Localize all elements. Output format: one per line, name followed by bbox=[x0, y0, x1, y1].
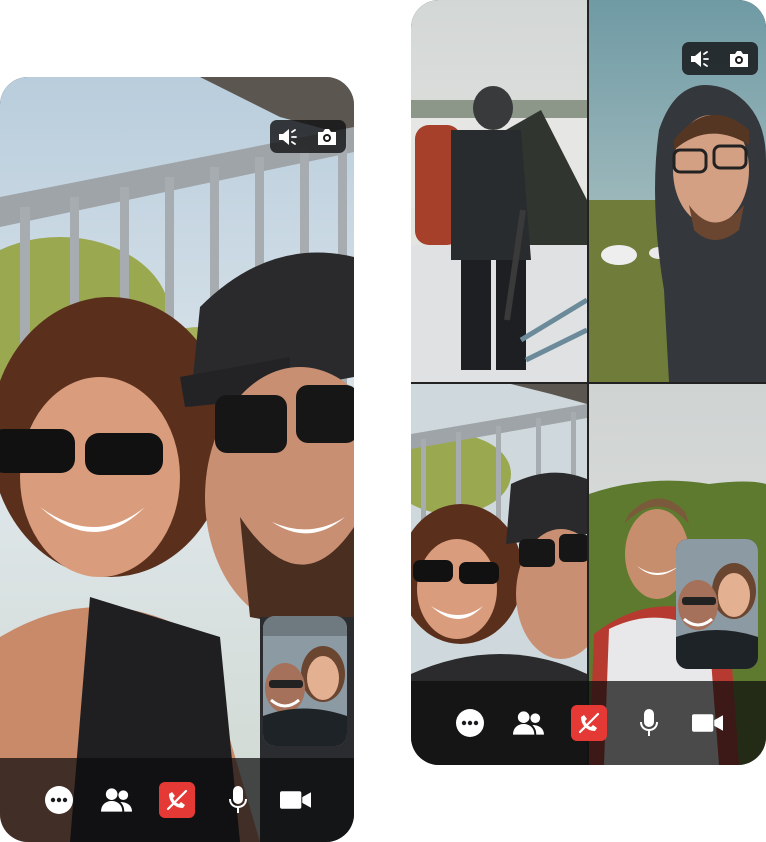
participants-icon bbox=[101, 788, 132, 812]
grid-divider-horizontal bbox=[411, 382, 766, 384]
participants-icon bbox=[512, 711, 544, 735]
call-screen-group bbox=[411, 0, 766, 765]
video-camera-button[interactable] bbox=[280, 785, 311, 816]
more-options-button[interactable] bbox=[455, 708, 486, 739]
call-control-bar bbox=[0, 758, 354, 842]
video-camera-button[interactable] bbox=[691, 708, 723, 739]
video-camera-icon bbox=[280, 791, 311, 809]
call-control-bar bbox=[411, 681, 766, 765]
camera-switch-icon[interactable] bbox=[316, 128, 338, 146]
top-controls bbox=[270, 120, 346, 153]
more-options-button[interactable] bbox=[43, 785, 74, 816]
participants-button[interactable] bbox=[101, 785, 132, 816]
more-icon bbox=[44, 786, 73, 814]
more-icon bbox=[456, 709, 484, 737]
microphone-button[interactable] bbox=[222, 785, 253, 816]
top-controls bbox=[682, 42, 758, 75]
participants-button[interactable] bbox=[512, 708, 544, 739]
self-view-pip[interactable] bbox=[676, 539, 758, 669]
video-camera-icon bbox=[691, 714, 723, 732]
video-tile-hiker[interactable] bbox=[411, 0, 587, 382]
speaker-icon[interactable] bbox=[278, 128, 300, 146]
end-call-button[interactable] bbox=[570, 705, 607, 741]
self-view-pip[interactable] bbox=[263, 616, 347, 746]
call-screen-single bbox=[0, 77, 354, 842]
speaker-icon[interactable] bbox=[690, 50, 712, 68]
microphone-icon bbox=[228, 786, 247, 813]
camera-switch-icon[interactable] bbox=[728, 50, 750, 68]
end-call-button[interactable] bbox=[159, 782, 195, 818]
end-call-icon bbox=[578, 712, 599, 734]
microphone-button[interactable] bbox=[634, 708, 665, 739]
microphone-icon bbox=[640, 709, 658, 736]
end-call-icon bbox=[166, 789, 188, 811]
